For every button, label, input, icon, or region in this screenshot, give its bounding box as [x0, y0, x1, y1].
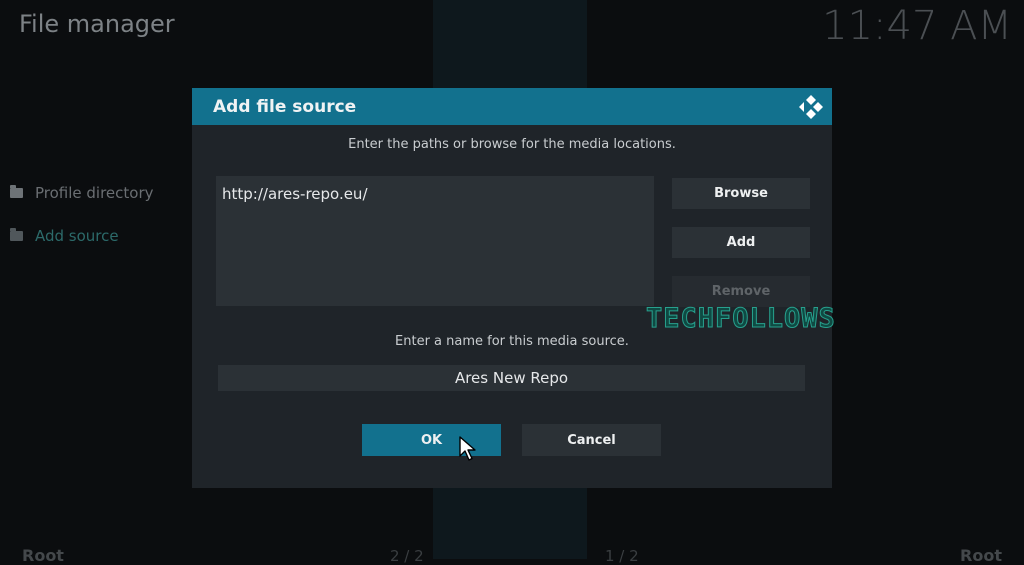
footer-left-count: 2 / 2 [390, 547, 424, 565]
name-instruction: Enter a name for this media source. [395, 334, 629, 349]
paths-instruction: Enter the paths or browse for the media … [348, 137, 676, 152]
sidebar-item-label: Profile directory [35, 184, 154, 202]
add-button[interactable]: Add [672, 227, 810, 258]
kodi-logo-icon [799, 95, 823, 119]
folder-icon [10, 228, 23, 241]
browse-button[interactable]: Browse [672, 178, 810, 209]
footer-left-label: Root [22, 546, 64, 565]
footer-right-count: 1 / 2 [605, 547, 639, 565]
dialog-header: Add file source [192, 88, 832, 125]
add-file-source-dialog: Add file source Enter the paths or brows… [192, 88, 832, 488]
sidebar-item-profile-directory[interactable]: Profile directory [10, 184, 154, 202]
clock: 11:47 AM [822, 3, 1012, 49]
mouse-cursor-icon [459, 436, 476, 461]
path-list[interactable]: http://ares-repo.eu/ [216, 176, 654, 306]
sidebar-item-label: Add source [35, 227, 119, 245]
source-name-field[interactable]: Ares New Repo [218, 365, 805, 391]
path-item[interactable]: http://ares-repo.eu/ [222, 185, 368, 203]
footer-right-label: Root [960, 546, 1002, 565]
ok-button[interactable]: OK [362, 424, 501, 456]
dialog-title: Add file source [213, 97, 357, 117]
folder-icon [10, 185, 23, 198]
cancel-button[interactable]: Cancel [522, 424, 661, 456]
watermark: TECHFOLLOWS [646, 303, 836, 335]
window-title: File manager [19, 10, 175, 38]
sidebar-item-add-source[interactable]: Add source [10, 227, 119, 245]
